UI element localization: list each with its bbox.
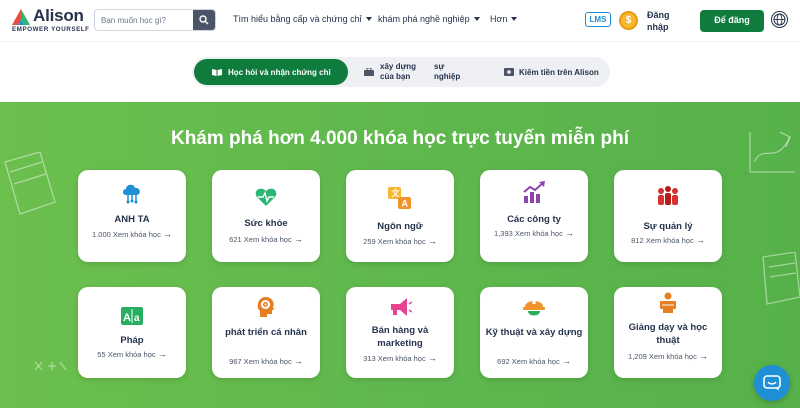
category-course-count: 621 Xem khóa học → (229, 234, 303, 244)
doodle-math-icon (34, 361, 67, 371)
nav-careers-label: khám phá nghề nghiệp (378, 14, 470, 24)
category-name: Ngôn ngữ (377, 221, 423, 232)
login-link[interactable]: Đăng nhập (647, 9, 681, 33)
nav-more[interactable]: Hơn (490, 14, 518, 24)
category-card-teaching-academics[interactable]: Giảng dạy và học thuật 1,209 Xem khóa họ… (614, 287, 722, 378)
category-course-count: 812 Xem khóa học → (631, 235, 705, 245)
search-input[interactable] (95, 10, 195, 30)
svg-text:文: 文 (392, 188, 401, 198)
doodle-book-icon (4, 152, 56, 215)
book-icon (212, 69, 222, 76)
arrow-right-icon: → (427, 353, 437, 363)
lms-button[interactable]: LMS (585, 12, 611, 27)
category-course-count: 692 Xem khóa học → (497, 356, 571, 366)
megaphone-icon (391, 298, 412, 316)
briefcase-icon (364, 68, 374, 76)
mode-tabs: Học hỏi và nhận chứng chỉ xây dựng của b… (192, 57, 610, 87)
category-course-count: 967 Xem khóa học → (229, 356, 303, 366)
arrow-right-icon: → (293, 356, 303, 366)
svg-text:A: A (402, 199, 409, 209)
tab-build-label: xây dựng của bạn (380, 62, 417, 81)
arrow-right-icon: → (427, 236, 437, 246)
tab-earn-alison[interactable]: Kiếm tiền trên Alison (504, 57, 599, 87)
hero-title: Khám phá hơn 4.000 khóa học trực tuyến m… (170, 128, 630, 149)
category-card-sales-marketing[interactable]: Bán hàng và marketing 313 Xem khóa học → (346, 287, 454, 378)
target-head-icon (257, 297, 274, 317)
chat-bubble-icon (763, 375, 781, 391)
category-name: Kỹ thuật và xây dựng (485, 327, 583, 338)
translate-icon: 文 A (388, 187, 411, 209)
category-card-engineering[interactable]: Kỹ thuật và xây dựng 692 Xem khóa học → (480, 287, 588, 378)
category-name: phát triển cá nhân (225, 327, 307, 338)
nav-degrees-certificates[interactable]: Tìm hiểu bằng cấp và chứng chỉ (233, 14, 372, 24)
globe-icon (773, 13, 786, 26)
category-card-management[interactable]: Sự quản lý 812 Xem khóa học → (614, 170, 722, 262)
chevron-down-icon (511, 17, 518, 21)
category-name: Các công ty (507, 214, 561, 225)
hard-hat-icon (523, 298, 545, 316)
tab-career-label: sự nghiệp (434, 62, 461, 81)
teacher-board-icon (660, 292, 676, 313)
tab-learn-certify[interactable]: Học hỏi và nhận chứng chỉ (194, 59, 348, 85)
team-icon (658, 186, 678, 205)
category-card-law[interactable]: A a Pháp 55 Xem khóa học → (78, 287, 186, 378)
category-course-count: 1,393 Xem khóa học → (494, 228, 574, 238)
category-name: Bán hàng và marketing (371, 325, 429, 349)
doodle-notebook-icon (762, 252, 800, 305)
category-card-personal-development[interactable]: phát triển cá nhân 967 Xem khóa học → (212, 287, 320, 378)
arrow-right-icon: → (162, 229, 172, 239)
logo-wordmark: Alison (33, 6, 84, 25)
chevron-down-icon (473, 17, 480, 21)
search-box (94, 9, 216, 31)
arrow-right-icon: → (293, 234, 303, 244)
site-header: Alison EMPOWER YOURSELF Tìm hiểu bằng cấ… (0, 0, 800, 42)
svg-text:a: a (134, 313, 140, 324)
language-globe-icon[interactable] (771, 11, 788, 28)
search-icon (199, 15, 209, 25)
category-card-business[interactable]: Các công ty 1,393 Xem khóa học → (480, 170, 588, 262)
arrow-right-icon: → (157, 349, 167, 359)
alison-logo-mark-icon (12, 9, 30, 25)
category-card-it[interactable]: ANH TA 1.000 Xem khóa học → (78, 170, 186, 262)
category-course-count: 55 Xem khóa học → (97, 349, 167, 359)
search-button[interactable] (193, 10, 215, 30)
tab-learn-label: Học hỏi và nhận chứng chỉ (228, 67, 331, 77)
category-course-count: 1,209 Xem khóa học → (628, 351, 708, 361)
category-name: Pháp (120, 335, 144, 346)
money-icon (504, 68, 514, 76)
svg-text:A: A (123, 312, 131, 324)
cloud-network-icon (123, 184, 140, 204)
growth-chart-icon (523, 181, 545, 203)
coin-icon[interactable]: $ (619, 11, 638, 30)
category-course-count: 259 Xem khóa học → (363, 236, 437, 246)
category-name: Giảng dạy và học thuật (628, 322, 708, 346)
tab-earn-label: Kiếm tiền trên Alison (519, 67, 599, 77)
language-aa-icon: A a (121, 307, 143, 325)
category-card-language[interactable]: 文 A Ngôn ngữ 259 Xem khóa học → (346, 170, 454, 262)
arrow-right-icon: → (695, 235, 705, 245)
arrow-right-icon: → (561, 356, 571, 366)
arrow-right-icon: → (564, 228, 574, 238)
category-name: Sức khỏe (244, 218, 288, 229)
signup-button[interactable]: Để đăng (700, 10, 764, 32)
category-card-health[interactable]: Sức khỏe 621 Xem khóa học → (212, 170, 320, 262)
category-name: Sự quản lý (643, 221, 693, 232)
nav-degrees-label: Tìm hiểu bằng cấp và chứng chỉ (233, 14, 362, 24)
category-name: ANH TA (114, 214, 150, 225)
category-course-count: 313 Xem khóa học → (363, 353, 437, 363)
nav-explore-careers[interactable]: khám phá nghề nghiệp (378, 14, 480, 24)
tab-build-career[interactable]: xây dựng của bạn (364, 57, 418, 87)
tab-career[interactable]: sự nghiệp (434, 57, 468, 87)
heartbeat-icon (255, 188, 277, 206)
category-course-count: 1.000 Xem khóa học → (92, 229, 172, 239)
nav-more-label: Hơn (490, 14, 508, 24)
chat-widget-button[interactable] (754, 365, 790, 401)
chevron-down-icon (365, 17, 372, 21)
arrow-right-icon: → (698, 351, 708, 361)
logo-tagline: EMPOWER YOURSELF (12, 26, 90, 33)
alison-logo[interactable]: Alison EMPOWER YOURSELF (12, 6, 90, 36)
